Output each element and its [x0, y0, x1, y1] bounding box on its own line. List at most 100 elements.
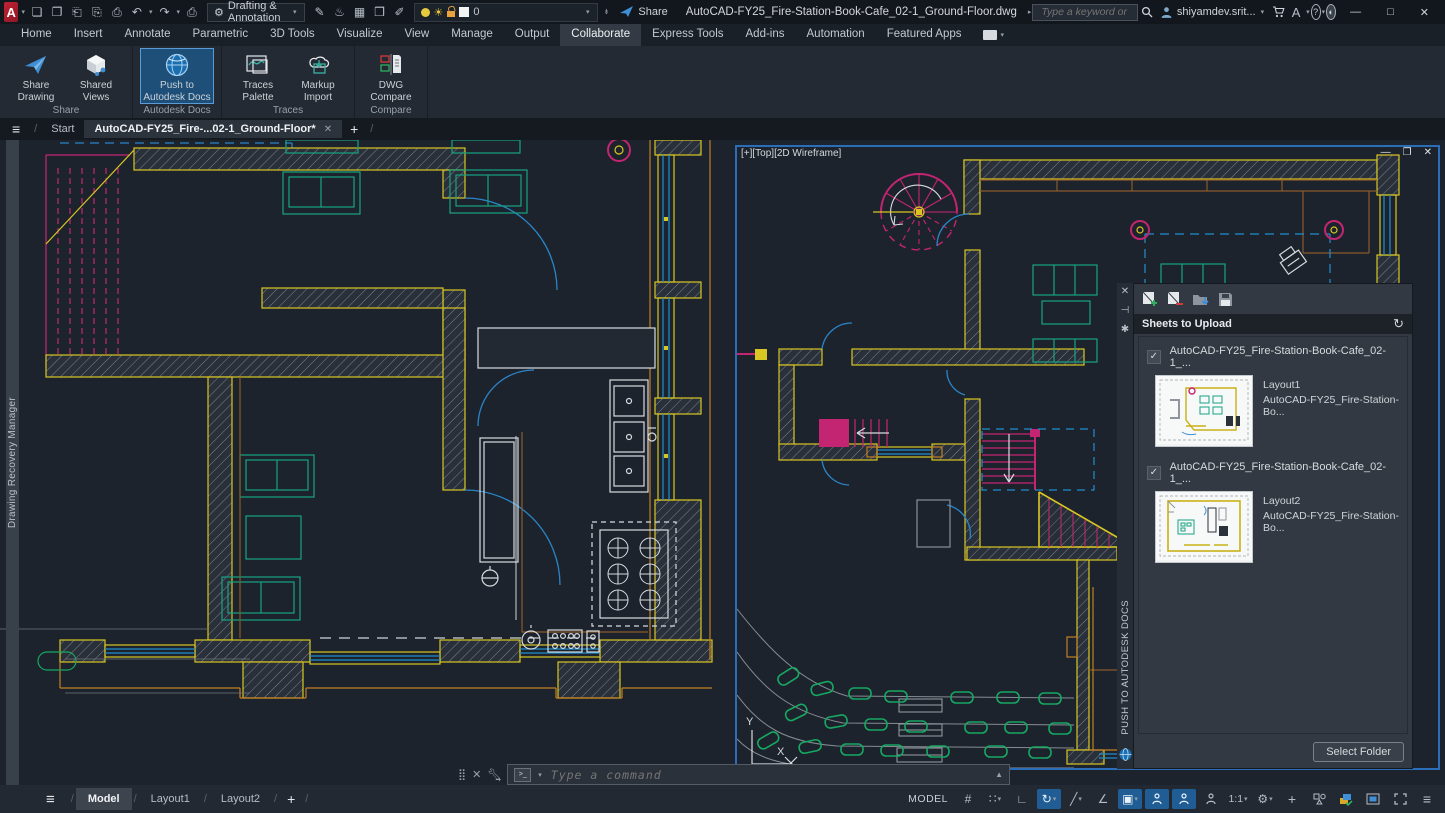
- account-menu[interactable]: shiyamdev.srit... ▾: [1160, 6, 1265, 19]
- ribbon-tab-insert[interactable]: Insert: [63, 24, 114, 46]
- layer-dropdown[interactable]: ☀ 0 ▾: [414, 3, 598, 22]
- undo-caret-icon[interactable]: ▾: [149, 8, 153, 16]
- open-folder-icon[interactable]: [1192, 292, 1210, 307]
- save-sheets-icon[interactable]: [1218, 292, 1233, 307]
- object-snap-tracking-toggle[interactable]: ∠: [1091, 789, 1115, 809]
- ribbon-tab-express-tools[interactable]: Express Tools: [641, 24, 734, 46]
- viewport-controls-label[interactable]: [+][Top][2D Wireframe]: [741, 148, 841, 159]
- ribbon-tab-view[interactable]: View: [393, 24, 440, 46]
- polar-caret-icon[interactable]: ▾: [1053, 795, 1057, 803]
- save-icon[interactable]: ⎗: [68, 3, 86, 21]
- isometric-drafting-toggle[interactable]: ╱▾: [1064, 789, 1088, 809]
- workspace-dropdown[interactable]: ⚙ Drafting & Annotation ▾: [207, 3, 305, 22]
- annotation-scale-dropdown[interactable]: 1:1▾: [1226, 789, 1250, 809]
- traces-palette-button[interactable]: Traces Palette: [230, 49, 286, 103]
- panel-autodesk-docs-label[interactable]: Autodesk Docs: [133, 103, 221, 118]
- sheet-set-icon[interactable]: ✎: [311, 3, 329, 21]
- title-expand-icon[interactable]: ▸: [1028, 8, 1032, 16]
- command-close-icon[interactable]: ✕: [472, 768, 481, 781]
- file-tab-start[interactable]: Start: [41, 120, 84, 138]
- ortho-mode-toggle[interactable]: ∟: [1010, 789, 1034, 809]
- search-input[interactable]: [1039, 5, 1131, 19]
- sheet-checkbox-2[interactable]: ✓: [1147, 466, 1161, 480]
- window-minimize-button[interactable]: —: [1350, 6, 1361, 18]
- window-maximize-button[interactable]: □: [1387, 6, 1394, 18]
- command-input-field[interactable]: >_ ▾ ▲: [507, 764, 1010, 785]
- annotation-autoscale-toggle[interactable]: [1172, 789, 1196, 809]
- assistant-icon[interactable]: ◐: [1326, 4, 1336, 20]
- layout1-tab[interactable]: Layout1: [139, 788, 202, 810]
- panel-traces-label[interactable]: Traces: [222, 103, 354, 118]
- layout1-thumbnail[interactable]: [1155, 375, 1253, 447]
- grid-display-toggle[interactable]: #: [956, 789, 980, 809]
- annotation-monitor-button[interactable]: +: [1280, 789, 1304, 809]
- render-icon[interactable]: ♨: [331, 3, 349, 21]
- save-as-icon[interactable]: ⎘: [88, 3, 106, 21]
- plot-preview-icon[interactable]: ❒: [371, 3, 389, 21]
- layout2-thumbnail[interactable]: [1155, 491, 1253, 563]
- help-caret-icon[interactable]: ▾: [1322, 8, 1326, 16]
- new-drawing-tab-button[interactable]: +: [350, 121, 358, 137]
- search-box[interactable]: [1032, 4, 1138, 21]
- ribbon-tab-visualize[interactable]: Visualize: [326, 24, 394, 46]
- markup-import-button[interactable]: Markup Import: [290, 49, 346, 103]
- command-line-bar[interactable]: ⣿ ✕ 🔧︎⃯ >_ ▾ ▲: [452, 764, 1010, 785]
- ribbon-tab-3d-tools[interactable]: 3D Tools: [259, 24, 326, 46]
- ribbon-tab-manage[interactable]: Manage: [440, 24, 504, 46]
- remove-sheets-icon[interactable]: [1167, 291, 1184, 307]
- autodesk-a-icon[interactable]: A: [1287, 3, 1305, 21]
- command-recent-caret-icon[interactable]: ▾: [538, 771, 542, 779]
- print-icon[interactable]: ⎙: [183, 3, 201, 21]
- redo-caret-icon[interactable]: ▾: [176, 8, 180, 16]
- scale-caret-icon[interactable]: ▾: [1244, 795, 1248, 803]
- plot-icon[interactable]: ⎙: [108, 3, 126, 21]
- open-file-icon[interactable]: ❐: [48, 3, 66, 21]
- shared-views-button[interactable]: Shared Views: [68, 49, 124, 103]
- layout-tabs-menu-icon[interactable]: ≡: [46, 791, 55, 808]
- palette-title-rail[interactable]: ✕ ⊣ ✱ PUSH TO AUTODESK DOCS: [1117, 283, 1133, 769]
- quickcalc-icon[interactable]: ▦: [351, 3, 369, 21]
- ribbon-tab-collaborate[interactable]: Collaborate: [560, 24, 641, 46]
- polar-tracking-toggle[interactable]: ↻▾: [1037, 789, 1061, 809]
- quick-properties-toggle[interactable]: [1307, 789, 1331, 809]
- share-quick-button[interactable]: Share: [620, 6, 667, 18]
- layout2-tab[interactable]: Layout2: [209, 788, 272, 810]
- snap-mode-toggle[interactable]: ∷▾: [983, 789, 1007, 809]
- annotation-visibility-toggle[interactable]: [1145, 789, 1169, 809]
- sheet-item-row[interactable]: ✓ AutoCAD-FY25_Fire-Station-Book-Cafe_02…: [1141, 341, 1405, 373]
- autocad-logo-icon[interactable]: A: [4, 2, 18, 22]
- push-to-autodesk-docs-button[interactable]: Push to Autodesk Docs: [141, 49, 213, 103]
- ribbon-display-toggle[interactable]: ▾: [983, 24, 1006, 46]
- isodraft-caret-icon[interactable]: ▾: [1078, 795, 1082, 803]
- window-close-button[interactable]: ✕: [1420, 6, 1429, 19]
- file-tabs-menu-icon[interactable]: ≡: [12, 121, 20, 137]
- markup-icon[interactable]: ✐: [391, 3, 409, 21]
- workspace-switch-caret-icon[interactable]: ▾: [1269, 795, 1273, 803]
- graphics-performance-button[interactable]: [1361, 789, 1385, 809]
- palette-autohide-icon[interactable]: ⊣: [1121, 305, 1130, 316]
- snap-caret-icon[interactable]: ▾: [998, 795, 1002, 803]
- command-input[interactable]: [549, 767, 989, 783]
- drawing-canvas[interactable]: Drawing Recovery Manager [+][Top][2D Wir…: [0, 140, 1445, 785]
- annotation-scale-icon-button[interactable]: [1199, 789, 1223, 809]
- qat-customize-icon[interactable]: ⇟: [604, 8, 610, 16]
- ribbon-tab-add-ins[interactable]: Add-ins: [735, 24, 796, 46]
- share-drawing-button[interactable]: Share Drawing: [8, 49, 64, 103]
- ribbon-tab-parametric[interactable]: Parametric: [182, 24, 260, 46]
- drawing-recovery-manager-strip[interactable]: Drawing Recovery Manager: [6, 140, 19, 785]
- command-customize-wrench-icon[interactable]: 🔧︎⃯: [487, 768, 501, 782]
- viewport-close-button[interactable]: ✕: [1424, 147, 1432, 158]
- customization-button[interactable]: ≡: [1415, 789, 1439, 809]
- redo-icon[interactable]: ↷: [155, 3, 173, 21]
- dwg-compare-button[interactable]: DWG Compare: [363, 49, 419, 103]
- search-icon[interactable]: [1138, 3, 1156, 21]
- new-file-icon[interactable]: ❏: [28, 3, 46, 21]
- ribbon-tab-annotate[interactable]: Annotate: [113, 24, 181, 46]
- isolate-objects-button[interactable]: [1334, 789, 1358, 809]
- file-tab-active-drawing[interactable]: AutoCAD-FY25_Fire-...02-1_Ground-Floor* …: [84, 120, 342, 138]
- clean-screen-button[interactable]: [1388, 789, 1412, 809]
- logo-menu-caret-icon[interactable]: ▾: [21, 8, 25, 16]
- model-space-toggle[interactable]: MODEL: [903, 789, 953, 809]
- sheet-checkbox-1[interactable]: ✓: [1147, 350, 1161, 364]
- model-tab[interactable]: Model: [76, 788, 132, 810]
